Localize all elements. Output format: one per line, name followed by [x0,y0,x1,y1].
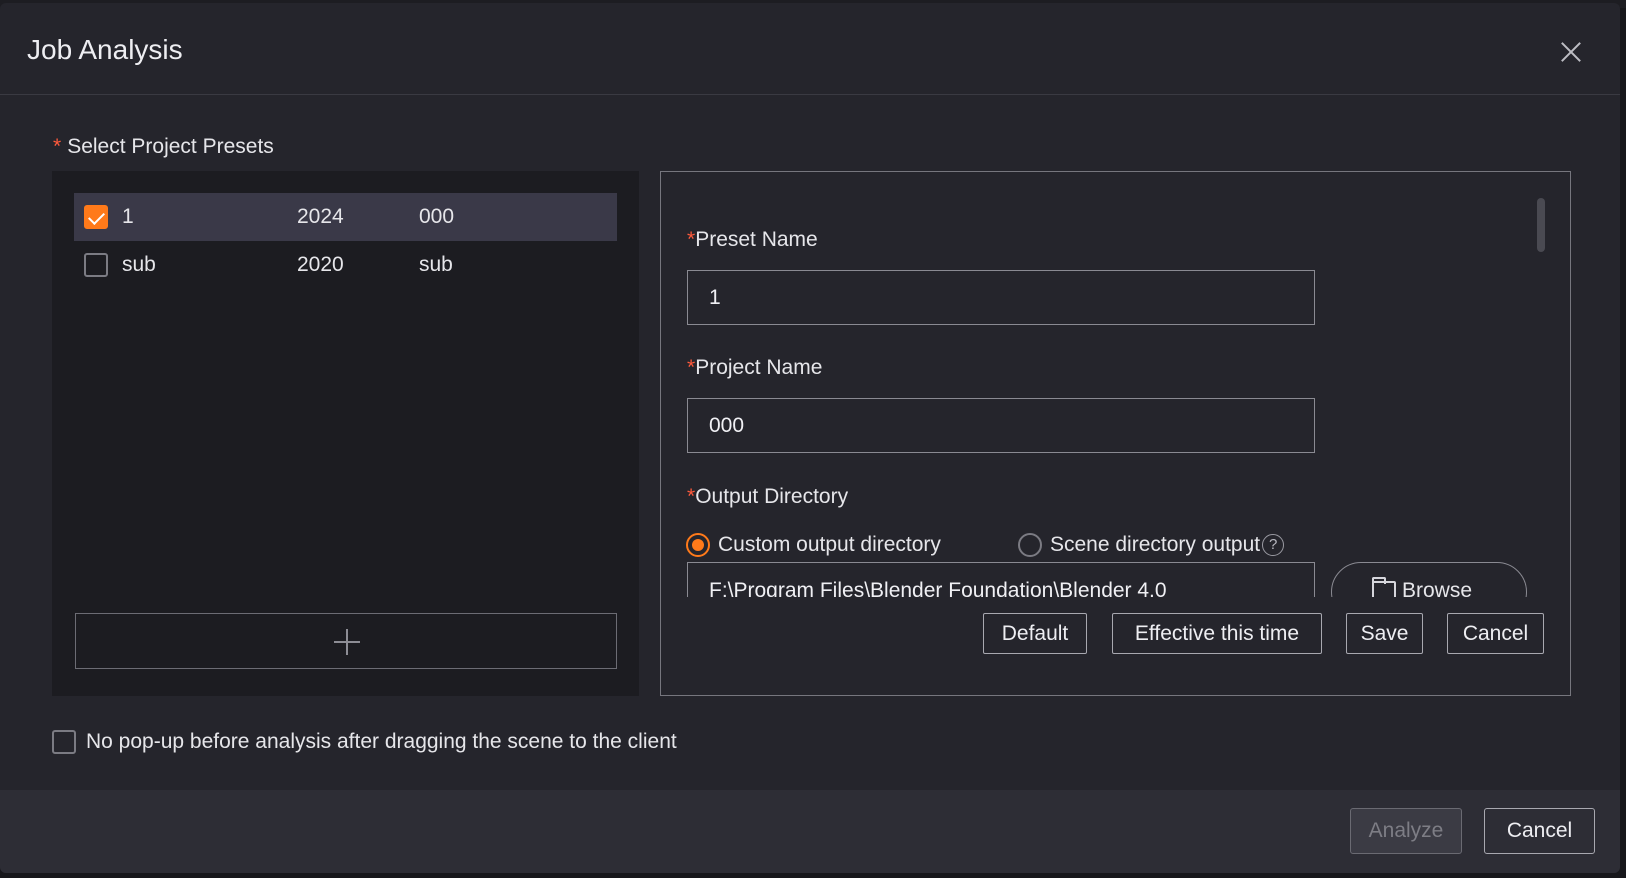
radio-unselected-icon [1018,533,1042,557]
output-path-input[interactable]: F:\Program Files\Blender Foundation\Blen… [687,562,1315,597]
preset-list: 1 2024 000 sub 2020 sub [52,171,639,696]
preset-name-input[interactable] [687,270,1315,325]
select-presets-label: * Select Project Presets [53,135,274,158]
preset-name: 1 [122,205,134,228]
job-analysis-dialog: Job Analysis * Select Project Presets 1 2… [0,3,1620,873]
output-path-row: F:\Program Files\Blender Foundation\Blen… [661,562,1541,597]
folder-icon [1372,577,1396,597]
preset-year: 2024 [297,205,344,228]
default-button[interactable]: Default [983,613,1087,654]
editor-cancel-button[interactable]: Cancel [1447,613,1544,654]
save-button[interactable]: Save [1346,613,1423,654]
dialog-header: Job Analysis [0,3,1620,95]
close-icon[interactable] [1558,39,1584,65]
preset-row-sub[interactable]: sub 2020 sub [74,241,617,289]
no-popup-checkbox-row[interactable]: No pop-up before analysis after dragging… [52,730,677,754]
preset-project: sub [419,253,453,276]
footer-cancel-button[interactable]: Cancel [1484,808,1595,854]
preset-year: 2020 [297,253,344,276]
dialog-footer: Analyze Cancel [0,790,1620,873]
preset-name: sub [122,253,156,276]
radio-scene-output[interactable]: Scene directory output ? [1018,533,1285,557]
output-directory-label: *Output Directory [687,485,849,508]
preset-row-1[interactable]: 1 2024 000 [74,193,617,241]
analyze-button[interactable]: Analyze [1350,808,1462,854]
dialog-title: Job Analysis [27,34,183,65]
preset-checkbox[interactable] [84,253,108,277]
no-popup-checkbox[interactable] [52,730,76,754]
project-name-label: *Project Name [687,356,823,379]
required-marker: * [53,135,62,158]
preset-name-label: *Preset Name [687,228,818,251]
radio-custom-output[interactable]: Custom output directory [686,533,941,557]
effective-this-time-button[interactable]: Effective this time [1112,613,1322,654]
preset-project: 000 [419,205,455,228]
project-name-input[interactable] [687,398,1315,453]
scrollbar-thumb[interactable] [1537,198,1545,252]
add-preset-button[interactable] [75,613,617,669]
preset-checkbox-checked[interactable] [84,205,108,229]
help-icon[interactable]: ? [1262,534,1285,556]
browse-button[interactable]: Browse [1331,562,1527,597]
preset-editor-panel: *Preset Name *Project Name *Output Direc… [660,171,1571,696]
radio-selected-icon [686,533,710,557]
